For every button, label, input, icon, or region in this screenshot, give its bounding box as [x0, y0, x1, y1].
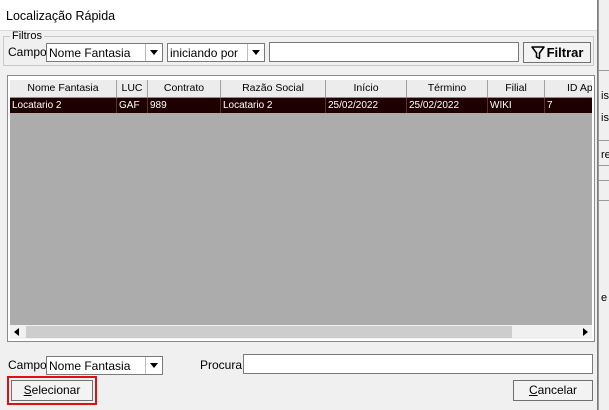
campo-select[interactable]: Nome Fantasia	[46, 43, 163, 62]
operator-select[interactable]: iniciando por	[167, 43, 265, 62]
results-grid-body[interactable]: Nome Fantasia LUC Contrato Razão Social …	[10, 80, 592, 325]
campo-label: Campo:	[8, 45, 51, 59]
cancel-button[interactable]: Cancelar	[513, 380, 593, 401]
cancel-button-accel: C	[528, 383, 538, 397]
bottom-campo-label: Campo:	[8, 358, 51, 372]
column-header[interactable]: LUC	[117, 80, 148, 97]
filter-button[interactable]: Filtrar	[523, 42, 591, 63]
window-title: Localização Rápida	[6, 9, 116, 23]
column-header[interactable]: Razão Social	[221, 80, 326, 97]
column-header[interactable]: Início	[326, 80, 407, 97]
campo-select-value: Nome Fantasia	[49, 46, 131, 60]
background-text-fragment: is	[601, 112, 609, 124]
table-cell: 989	[148, 98, 221, 113]
bottom-campo-select[interactable]: Nome Fantasia	[46, 356, 163, 375]
scroll-left-icon[interactable]	[10, 325, 24, 339]
scrollbar-thumb[interactable]	[26, 326, 512, 338]
scroll-right-icon[interactable]	[578, 325, 592, 339]
filters-legend: Filtros	[12, 30, 42, 42]
filter-button-label: Filtrar	[546, 45, 584, 60]
results-grid: Nome Fantasia LUC Contrato Razão Social …	[7, 75, 595, 342]
table-cell: 25/02/2022	[407, 98, 488, 113]
background-text-fragment: e	[601, 292, 608, 304]
cancel-button-label: ancelar	[537, 383, 578, 397]
table-cell: Locatario 2	[221, 98, 326, 113]
column-header[interactable]: Filial	[488, 80, 545, 97]
column-header[interactable]: Término	[407, 80, 488, 97]
filter-search-input[interactable]	[269, 42, 519, 62]
chevron-down-icon[interactable]	[247, 44, 264, 61]
background-window-edge: is is re e	[598, 0, 609, 410]
table-cell: WIKI	[488, 98, 545, 113]
background-text-fragment: re	[601, 149, 609, 161]
horizontal-scrollbar[interactable]	[10, 325, 592, 339]
funnel-icon	[530, 46, 545, 60]
chevron-down-icon[interactable]	[145, 357, 162, 374]
table-cell: 7	[545, 98, 592, 113]
column-header[interactable]: ID Apro	[545, 80, 592, 97]
operator-select-value: iniciando por	[170, 46, 239, 60]
table-cell: 25/02/2022	[326, 98, 407, 113]
chevron-down-icon[interactable]	[145, 44, 162, 61]
table-cell: Locatario 2	[10, 98, 117, 113]
column-header[interactable]: Contrato	[148, 80, 221, 97]
highlight-box	[7, 376, 97, 405]
column-header[interactable]: Nome Fantasia	[10, 80, 117, 97]
background-text-fragment: is	[601, 90, 609, 102]
quick-search-dialog: Localização Rápida Filtros Campo: Nome F…	[0, 0, 598, 410]
procura-label: Procura:	[200, 358, 246, 372]
grid-header: Nome Fantasia LUC Contrato Razão Social …	[10, 80, 592, 98]
table-row[interactable]: Locatario 2 GAF 989 Locatario 2 25/02/20…	[10, 98, 592, 113]
title-bar: Localização Rápida	[0, 0, 597, 31]
procura-input[interactable]	[243, 354, 593, 374]
table-cell: GAF	[117, 98, 148, 113]
bottom-campo-select-value: Nome Fantasia	[49, 359, 131, 373]
